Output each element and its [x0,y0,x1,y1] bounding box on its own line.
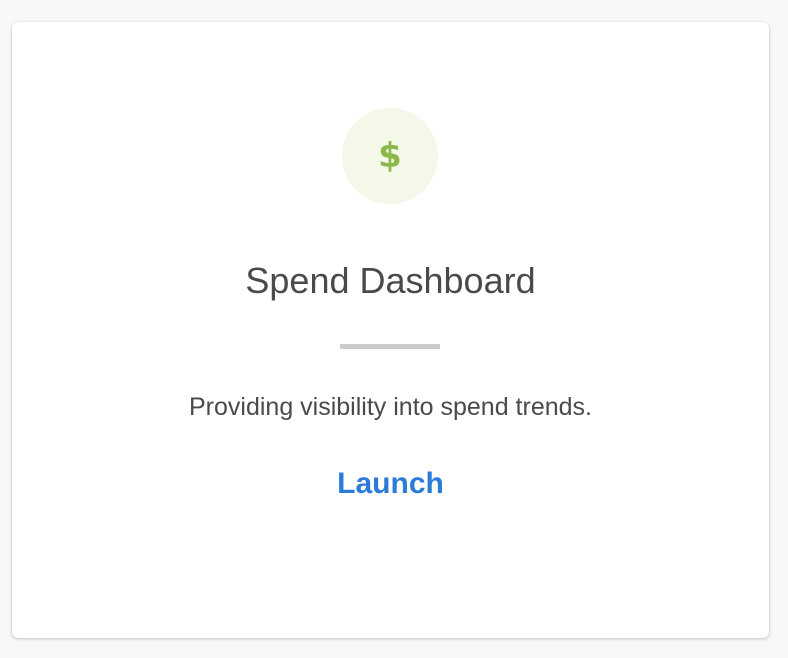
dollar-icon: $ [378,136,402,176]
card-title: Spend Dashboard [245,260,536,301]
icon-badge: $ [342,108,438,204]
divider [340,344,440,349]
dashboard-card: $ Spend Dashboard Providing visibility i… [12,22,769,638]
launch-link[interactable]: Launch [12,464,769,504]
card-description: Providing visibility into spend trends. [189,393,592,421]
